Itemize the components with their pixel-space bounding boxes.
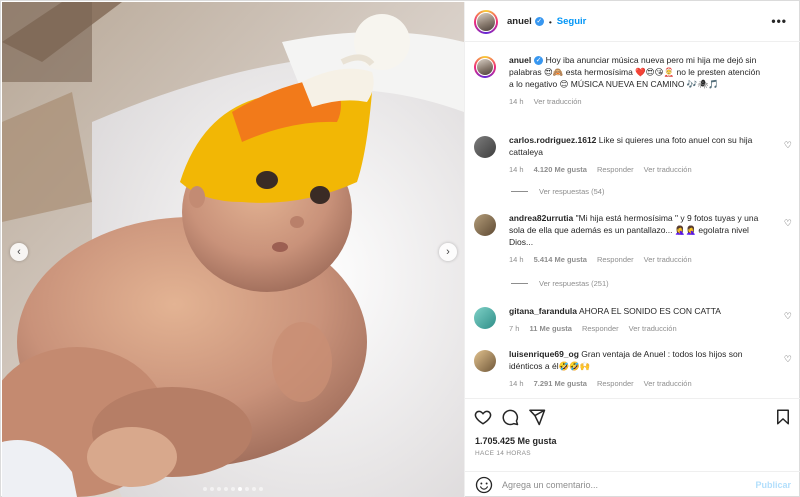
see-translation-link[interactable]: Ver traducción xyxy=(534,96,582,108)
carousel-dot xyxy=(217,487,221,491)
post-side-panel: anuel ✓ • Seguir ••• anuel ✓ Hoy iba anun… xyxy=(464,2,800,497)
view-replies-button[interactable]: Ver respuestas (54) xyxy=(511,187,604,196)
bookmark-icon[interactable] xyxy=(774,408,792,426)
comment-item: carlos.rodriguez.1612 Like si quieres un… xyxy=(474,134,792,176)
comment-time[interactable]: 14 h xyxy=(509,164,524,176)
carousel-dot xyxy=(252,487,256,491)
emoji-icon[interactable] xyxy=(475,476,493,494)
caption-text: Hoy iba anunciar música nueva pero mi hi… xyxy=(509,55,761,89)
reply-button[interactable]: Responder xyxy=(597,378,634,390)
comment-likes[interactable]: 11 Me gusta xyxy=(529,323,572,335)
avatar[interactable] xyxy=(474,9,498,34)
reply-button[interactable]: Responder xyxy=(582,323,619,335)
comment-item: gitana_farandula AHORA EL SONIDO ES CON … xyxy=(474,305,792,335)
like-count[interactable]: 1.705.425 Me gusta xyxy=(475,436,557,446)
comment-like-heart-icon[interactable]: ♡ xyxy=(784,354,792,365)
view-replies-label: Ver respuestas (54) xyxy=(539,187,605,196)
view-replies-button[interactable]: Ver respuestas (251) xyxy=(511,279,609,288)
comment-time[interactable]: 7 h xyxy=(509,323,519,335)
carousel-dot xyxy=(210,487,214,491)
comment-likes[interactable]: 7.291 Me gusta xyxy=(534,378,587,390)
caption-time[interactable]: 14 h xyxy=(509,96,524,108)
post-header: anuel ✓ • Seguir ••• xyxy=(465,2,800,42)
comment-time[interactable]: 14 h xyxy=(509,378,524,390)
publish-button[interactable]: Publicar xyxy=(755,480,791,490)
view-replies-label: Ver respuestas (251) xyxy=(539,279,609,288)
comment-composer: Publicar xyxy=(465,471,800,497)
comment-like-heart-icon[interactable]: ♡ xyxy=(784,311,792,322)
see-translation-link[interactable]: Ver traducción xyxy=(629,323,677,335)
carousel-dot xyxy=(245,487,249,491)
carousel-next-button[interactable]: › xyxy=(439,243,457,261)
comment-likes[interactable]: 5.414 Me gusta xyxy=(534,254,587,266)
see-translation-link[interactable]: Ver traducción xyxy=(644,164,692,176)
separator-dot: • xyxy=(548,16,552,27)
reply-button[interactable]: Responder xyxy=(597,254,634,266)
carousel-dot xyxy=(231,487,235,491)
see-translation-link[interactable]: Ver traducción xyxy=(644,378,692,390)
comment-avatar[interactable] xyxy=(474,136,496,158)
caption-username[interactable]: anuel xyxy=(509,55,531,65)
comment-icon[interactable] xyxy=(501,408,519,426)
share-icon[interactable] xyxy=(528,408,546,426)
replies-line xyxy=(511,191,528,192)
comment-time[interactable]: 14 h xyxy=(509,254,524,266)
comment-list[interactable]: anuel ✓ Hoy iba anunciar música nueva per… xyxy=(465,42,800,398)
comment-like-heart-icon[interactable]: ♡ xyxy=(784,218,792,229)
follow-button[interactable]: Seguir xyxy=(557,16,587,27)
comment-username[interactable]: carlos.rodriguez.1612 xyxy=(509,135,596,145)
comment-likes[interactable]: 4.120 Me gusta xyxy=(534,164,587,176)
comment-item: andrea82urrutia "Mi hija está hermosísim… xyxy=(474,212,792,266)
see-translation-link[interactable]: Ver traducción xyxy=(644,254,692,266)
author-username[interactable]: anuel xyxy=(507,16,532,27)
post-modal: ‹ › anuel ✓ • Seguir ••• anuel ✓ Hoy iba … xyxy=(0,0,800,497)
caption: anuel ✓ Hoy iba anunciar música nueva per… xyxy=(474,54,792,108)
comment-input[interactable] xyxy=(502,479,722,490)
comment-item: luisenrique69_og Gran ventaja de Anuel :… xyxy=(474,348,792,390)
chevron-right-icon: › xyxy=(446,245,450,258)
comment-username[interactable]: gitana_farandula xyxy=(509,306,577,316)
caption-avatar[interactable] xyxy=(474,56,496,78)
verified-badge-icon: ✓ xyxy=(534,17,544,26)
post-time[interactable]: HACE 14 HORAS xyxy=(475,450,531,457)
more-options-icon[interactable]: ••• xyxy=(771,14,787,28)
carousel-dot xyxy=(238,487,242,491)
comment-username[interactable]: andrea82urrutia xyxy=(509,213,573,223)
reply-button[interactable]: Responder xyxy=(597,164,634,176)
comment-username[interactable]: luisenrique69_og xyxy=(509,349,579,359)
verified-badge-icon: ✓ xyxy=(534,56,544,66)
comment-avatar[interactable] xyxy=(474,350,496,372)
heart-icon[interactable] xyxy=(474,408,492,426)
post-media[interactable]: ‹ › xyxy=(2,2,464,497)
baby-photo xyxy=(2,2,464,497)
comment-avatar[interactable] xyxy=(474,307,496,329)
replies-line xyxy=(511,283,528,284)
carousel-dot xyxy=(224,487,228,491)
chevron-left-icon: ‹ xyxy=(17,245,21,258)
comment-like-heart-icon[interactable]: ♡ xyxy=(784,140,792,151)
comment-text: AHORA EL SONIDO ES CON CATTA xyxy=(578,306,721,316)
carousel-dot xyxy=(203,487,207,491)
carousel-prev-button[interactable]: ‹ xyxy=(10,243,28,261)
post-actions: 1.705.425 Me gusta HACE 14 HORAS xyxy=(465,398,800,470)
carousel-dot xyxy=(259,487,263,491)
comment-avatar[interactable] xyxy=(474,214,496,236)
carousel-dots xyxy=(2,487,464,491)
